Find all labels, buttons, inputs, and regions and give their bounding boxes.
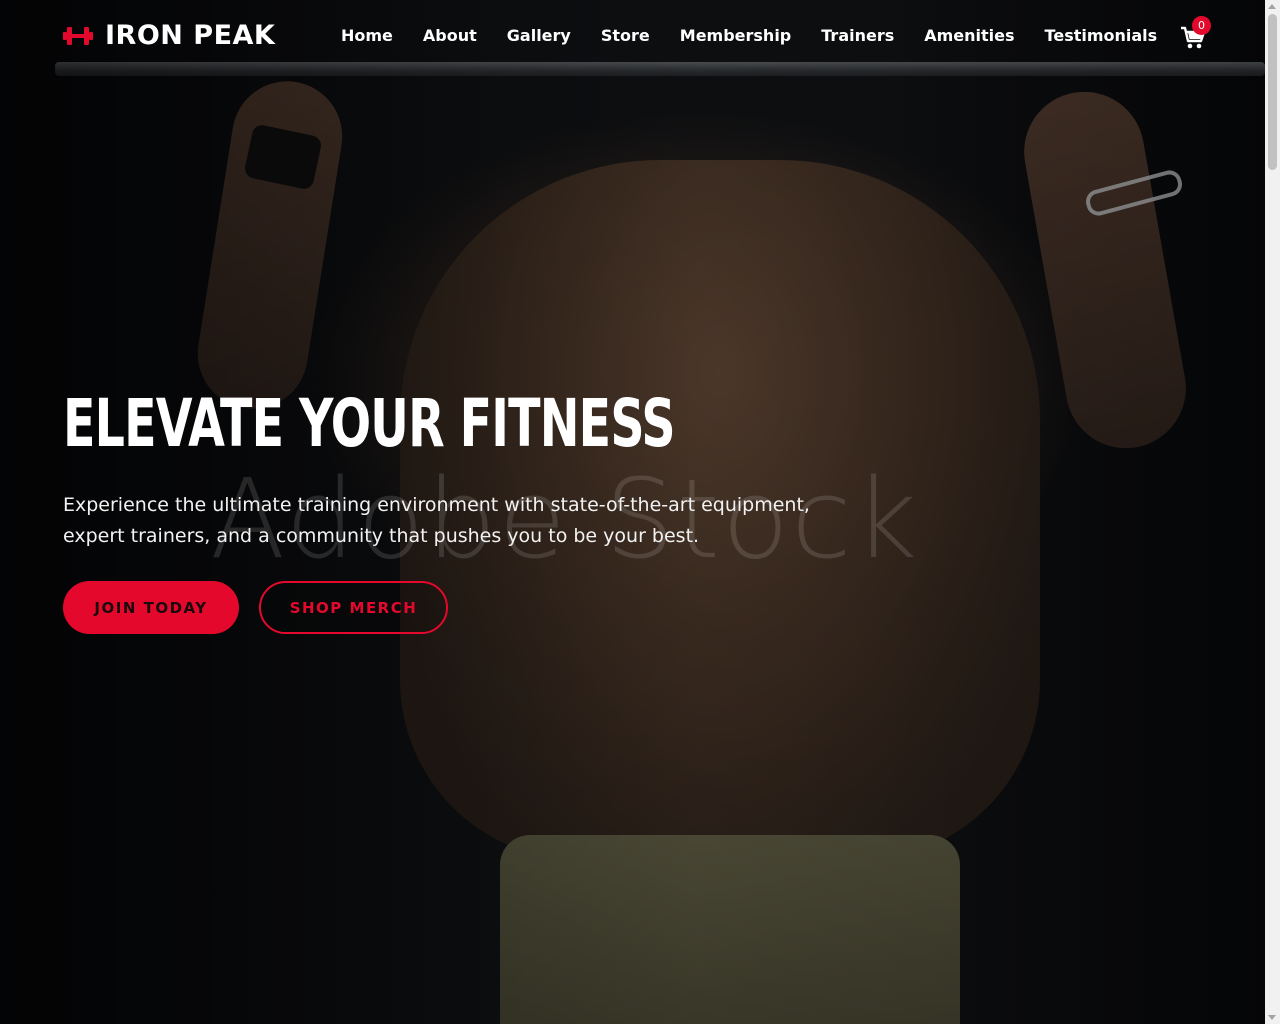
dumbbell-icon: [63, 25, 93, 47]
nav-amenities[interactable]: Amenities: [924, 26, 1014, 45]
brand-logo[interactable]: IRON PEAK: [63, 20, 275, 51]
hero-description: Experience the ultimate training environ…: [63, 494, 810, 547]
nav-store[interactable]: Store: [601, 26, 650, 45]
scroll-down-arrow-icon[interactable]: [1268, 1015, 1276, 1020]
cart-count-badge: 0: [1192, 16, 1211, 35]
nav-about[interactable]: About: [423, 26, 477, 45]
nav-membership[interactable]: Membership: [680, 26, 792, 45]
scroll-up-arrow-icon[interactable]: [1268, 4, 1276, 9]
hero-title: ELEVATE YOUR FITNESS: [63, 385, 676, 462]
nav-trainers[interactable]: Trainers: [821, 26, 894, 45]
nav-testimonials[interactable]: Testimonials: [1045, 26, 1158, 45]
shop-merch-button[interactable]: SHOP MERCH: [259, 581, 448, 634]
brand-name: IRON PEAK: [105, 20, 276, 51]
scroll-thumb[interactable]: [1268, 14, 1277, 170]
nav-gallery[interactable]: Gallery: [507, 26, 571, 45]
page-scrollbar[interactable]: [1265, 0, 1280, 1024]
join-today-button[interactable]: JOIN TODAY: [63, 581, 239, 634]
nav-home[interactable]: Home: [341, 26, 393, 45]
site-header: IRON PEAK Home About Gallery Store Membe…: [0, 0, 1265, 76]
main-nav: Home About Gallery Store Membership Trai…: [341, 26, 1157, 45]
